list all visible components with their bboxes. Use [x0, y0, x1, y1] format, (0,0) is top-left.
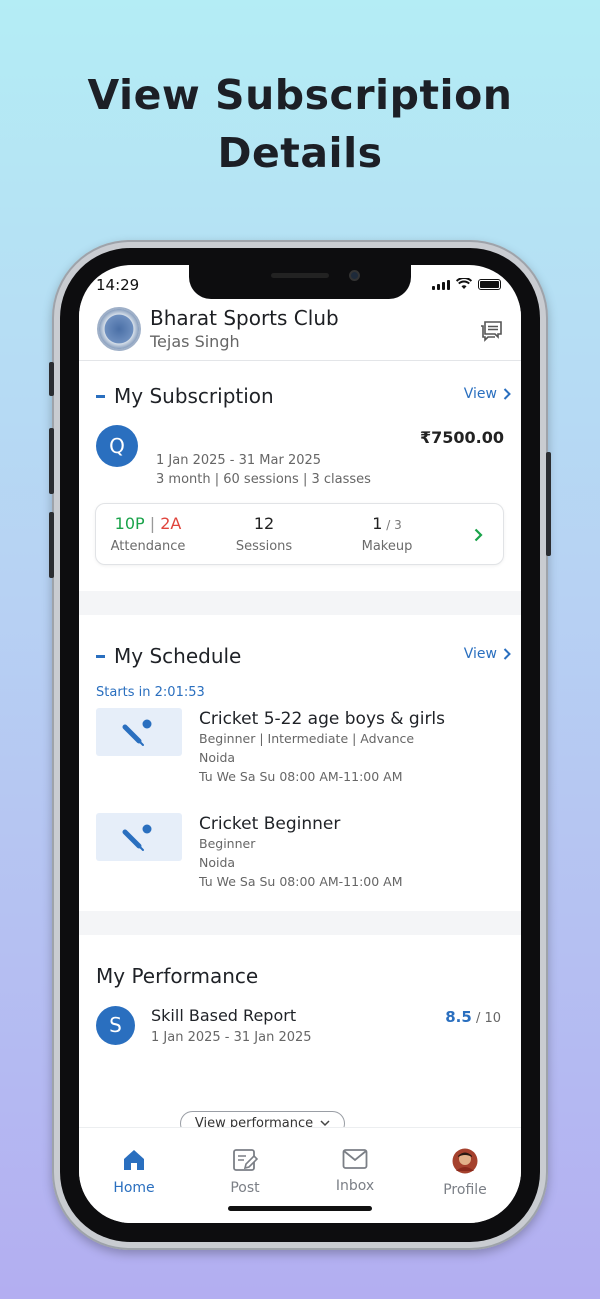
report-avatar: S	[96, 1006, 135, 1045]
home-indicator	[228, 1206, 372, 1211]
attendance-present: 10P	[114, 514, 145, 533]
battery-icon	[478, 279, 501, 290]
plan-avatar: Q	[96, 425, 138, 467]
power-button	[546, 452, 551, 556]
schedule-countdown: Starts in 2:01:53	[96, 685, 205, 700]
tab-post-label: Post	[230, 1180, 260, 1196]
class-levels: Beginner | Intermediate | Advance	[199, 731, 415, 746]
phone-screen: 14:29 Bharat Sports Club Tejas Singh My …	[79, 265, 521, 1223]
attendance-value: 10P | 2A	[106, 514, 190, 533]
cricket-icon	[122, 824, 152, 851]
tab-inbox-label: Inbox	[335, 1178, 375, 1194]
chevron-right-icon	[503, 648, 511, 660]
headline-line-1: View Subscription	[87, 71, 513, 119]
volume-down-button	[49, 512, 54, 578]
class-location: Noida	[199, 750, 236, 765]
headline: View Subscription Details	[0, 66, 600, 182]
user-name: Tejas Singh	[150, 332, 240, 351]
notch	[189, 265, 411, 299]
sessions-stat: 12 Sessions	[226, 514, 302, 554]
score-value: 8.5	[445, 1008, 472, 1026]
club-logo[interactable]	[97, 307, 141, 351]
class-levels: Beginner	[199, 836, 256, 851]
class-thumbnail[interactable]	[96, 708, 182, 756]
app-header: Bharat Sports Club Tejas Singh	[79, 303, 521, 361]
class-location: Noida	[199, 855, 236, 870]
stats-chevron-icon[interactable]	[474, 528, 483, 542]
status-icons	[432, 278, 501, 290]
attendance-absent: 2A	[160, 514, 182, 533]
plan-dates: 1 Jan 2025 - 31 Mar 2025	[156, 453, 322, 468]
tab-home[interactable]: Home	[89, 1148, 179, 1196]
plan-price: ₹7500.00	[419, 428, 504, 447]
schedule-title-text: My Schedule	[114, 644, 242, 668]
report-title[interactable]: Skill Based Report	[151, 1006, 296, 1025]
tab-profile-label: Profile	[443, 1182, 487, 1198]
subscription-title-text: My Subscription	[114, 384, 274, 408]
schedule-view-link[interactable]: View	[464, 646, 511, 662]
subscription-title: My Subscription	[96, 384, 274, 408]
subscription-view-label: View	[463, 386, 497, 402]
tab-inbox[interactable]: Inbox	[310, 1148, 400, 1194]
signal-icon	[432, 280, 450, 290]
performance-title: My Performance	[96, 964, 259, 988]
schedule-title: My Schedule	[96, 644, 241, 668]
home-icon	[124, 1150, 144, 1170]
score-total: / 10	[471, 1011, 501, 1026]
tab-home-label: Home	[113, 1180, 155, 1196]
post-icon	[233, 1149, 259, 1171]
volume-up-button	[49, 428, 54, 494]
schedule-card: My Schedule View Starts in 2:01:53 Crick…	[79, 615, 521, 911]
class-title[interactable]: Cricket 5-22 age boys & girls	[199, 709, 445, 729]
makeup-total: / 3	[382, 518, 402, 532]
cricket-icon	[122, 719, 152, 746]
makeup-value: 1 / 3	[349, 514, 425, 533]
sessions-label: Sessions	[235, 539, 293, 554]
profile-avatar	[452, 1148, 478, 1174]
inbox-icon	[342, 1149, 368, 1169]
status-time: 14:29	[96, 276, 140, 294]
sessions-value: 12	[253, 514, 275, 533]
plan-details: 3 month | 60 sessions | 3 classes	[156, 472, 371, 487]
club-name: Bharat Sports Club	[150, 306, 339, 330]
section-marker	[96, 394, 105, 398]
report-score: 8.5 / 10	[445, 1008, 501, 1026]
attendance-separator: |	[144, 514, 161, 533]
chevron-right-icon	[503, 388, 511, 400]
class-thumbnail[interactable]	[96, 813, 182, 861]
class-title[interactable]: Cricket Beginner	[199, 814, 340, 834]
performance-card: My Performance S Skill Based Report 1 Ja…	[79, 935, 521, 1136]
section-marker	[96, 654, 105, 658]
schedule-view-label: View	[463, 646, 497, 662]
report-dates: 1 Jan 2025 - 31 Jan 2025	[151, 1030, 312, 1045]
chat-icon[interactable]	[479, 320, 503, 342]
tab-profile[interactable]: Profile	[420, 1148, 510, 1198]
headline-line-2: Details	[217, 129, 383, 177]
subscription-stats[interactable]: 10P | 2A Attendance 12 Sessions 1 / 3 Ma…	[95, 503, 504, 565]
makeup-stat: 1 / 3 Makeup	[349, 514, 425, 554]
subscription-card: My Subscription View Q ₹7500.00 1 Jan 20…	[79, 362, 521, 591]
tab-post[interactable]: Post	[200, 1148, 290, 1196]
chevron-down-icon	[320, 1120, 330, 1127]
attendance-stat: 10P | 2A Attendance	[106, 514, 190, 554]
makeup-label: Makeup	[361, 539, 413, 554]
class-timing: Tu We Sa Su 08:00 AM-11:00 AM	[199, 874, 403, 889]
subscription-view-link[interactable]: View	[464, 386, 511, 402]
wifi-icon	[456, 278, 472, 289]
makeup-used: 1	[372, 514, 383, 533]
content-area[interactable]: My Subscription View Q ₹7500.00 1 Jan 20…	[79, 362, 521, 1136]
silent-switch	[49, 362, 54, 396]
class-timing: Tu We Sa Su 08:00 AM-11:00 AM	[199, 769, 403, 784]
attendance-label: Attendance	[110, 539, 186, 554]
